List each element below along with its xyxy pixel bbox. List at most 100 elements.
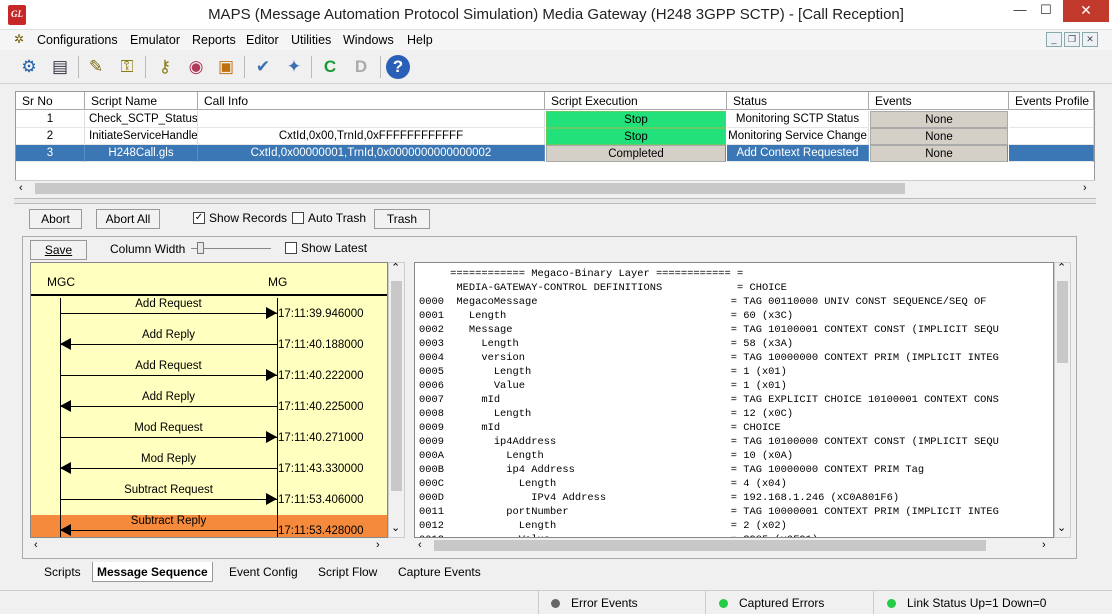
scrollbar-thumb[interactable]	[35, 183, 905, 194]
scroll-right-icon[interactable]: ›	[1042, 539, 1046, 551]
notebook-icon[interactable]: ▤	[47, 54, 73, 80]
scroll-left-icon[interactable]: ‹	[19, 182, 23, 194]
scrollbar-thumb[interactable]	[391, 281, 402, 491]
scroll-down-icon[interactable]: ⌄	[1057, 521, 1066, 534]
decode-vertical-scrollbar[interactable]: ⌃ ⌄	[1054, 262, 1071, 538]
tab-capture-events[interactable]: Capture Events	[394, 562, 485, 582]
column-header-events-profile[interactable]: Events Profile	[1009, 92, 1094, 110]
message-row[interactable]: Subtract Request 17:11:53.406000	[31, 484, 387, 515]
auto-trash-checkbox[interactable]	[292, 212, 304, 224]
message-row[interactable]: Add Reply 17:11:40.188000	[31, 329, 387, 360]
decode-line[interactable]: 0009 mId = CHOICE	[419, 421, 781, 435]
decode-line[interactable]: 0009 ip4Address = TAG 10100000 CONTEXT C…	[419, 435, 999, 449]
close-button[interactable]: ✕	[1063, 0, 1109, 22]
refresh-c-icon[interactable]: C	[317, 54, 343, 80]
menu-reports[interactable]: Reports	[192, 30, 236, 50]
decode-line[interactable]: 0002 Message = TAG 10100001 CONTEXT CONS…	[419, 323, 999, 337]
scroll-up-icon[interactable]: ⌃	[391, 261, 400, 274]
save-button[interactable]: Save	[30, 240, 87, 260]
menu-windows[interactable]: Windows	[343, 30, 394, 50]
decode-line[interactable]: 0003 Length = 58 (x3A)	[419, 337, 793, 351]
profile-keys-icon[interactable]: ⚷	[152, 54, 178, 80]
show-latest-checkbox[interactable]	[285, 242, 297, 254]
scroll-left-icon[interactable]: ‹	[34, 539, 38, 551]
events-button[interactable]: None	[870, 145, 1008, 162]
keys-icon[interactable]: ⚿	[114, 54, 140, 80]
message-row[interactable]: Add Reply 17:11:40.225000	[31, 391, 387, 422]
tab-event-config[interactable]: Event Config	[225, 562, 302, 582]
ladder-horizontal-scrollbar[interactable]: ‹ ›	[30, 538, 388, 554]
trash-button[interactable]: Trash	[374, 209, 430, 229]
menu-editor[interactable]: Editor	[246, 30, 279, 50]
checklist-icon[interactable]: ✔	[250, 54, 276, 80]
briefcase-icon[interactable]: ▣	[213, 54, 239, 80]
mdi-minimize-button[interactable]: _	[1046, 32, 1062, 47]
scrollbar-thumb[interactable]	[434, 540, 986, 551]
decode-line[interactable]: 0012 Length = 2 (x02)	[419, 519, 787, 533]
decode-line[interactable]: 000B ip4 Address = TAG 10000000 CONTEXT …	[419, 463, 924, 477]
decode-line[interactable]: 0001 Length = 60 (x3C)	[419, 309, 793, 323]
decode-line[interactable]: MEDIA-GATEWAY-CONTROL DEFINITIONS = CHOI…	[419, 281, 786, 295]
abort-all-button[interactable]: Abort All	[96, 209, 160, 229]
table-row-selected[interactable]: 3 H248Call.gls CxtId,0x00000001,TrnId,0x…	[16, 145, 1094, 162]
tab-script-flow[interactable]: Script Flow	[314, 562, 381, 582]
menu-help[interactable]: Help	[407, 30, 433, 50]
scroll-right-icon[interactable]: ›	[376, 539, 380, 551]
database-icon[interactable]: ◉	[183, 54, 209, 80]
wizard-icon[interactable]: ✦	[281, 54, 307, 80]
message-row[interactable]: Subtract Reply 17:11:53.428000	[31, 515, 387, 537]
abort-button[interactable]: Abort	[29, 209, 82, 229]
menu-emulator[interactable]: Emulator	[130, 30, 180, 50]
scrollbar-thumb[interactable]	[1057, 281, 1068, 363]
decode-line[interactable]: 0000 MegacoMessage = TAG 00110000 UNIV C…	[419, 295, 986, 309]
decode-line[interactable]: 0011 portNumber = TAG 10000001 CONTEXT P…	[419, 505, 999, 519]
column-width-slider-handle[interactable]	[197, 242, 204, 254]
column-header-script-name[interactable]: Script Name	[85, 92, 198, 110]
decode-line[interactable]: 0004 version = TAG 10000000 CONTEXT PRIM…	[419, 351, 999, 365]
app-menu-icon[interactable]: ✲	[14, 32, 28, 46]
scroll-up-icon[interactable]: ⌃	[1057, 261, 1066, 274]
decode-line[interactable]: 000A Length = 10 (x0A)	[419, 449, 793, 463]
scroll-left-icon[interactable]: ‹	[418, 539, 422, 551]
tab-scripts[interactable]: Scripts	[40, 562, 85, 582]
table-row[interactable]: 2 InitiateServiceHandle... CxtId,0x00,Tr…	[16, 128, 1094, 145]
table-row[interactable]: 1 Check_SCTP_Status... Stop Monitoring S…	[16, 111, 1094, 128]
decode-line[interactable]: 0006 Value = 1 (x01)	[419, 379, 787, 393]
execution-status-button[interactable]: Completed	[546, 145, 726, 162]
stop-button[interactable]: Stop	[546, 111, 726, 128]
scroll-right-icon[interactable]: ›	[1083, 182, 1087, 194]
mdi-close-button[interactable]: ✕	[1082, 32, 1098, 47]
show-records-checkbox[interactable]: ✓	[193, 212, 205, 224]
tab-message-sequence[interactable]: Message Sequence	[92, 562, 213, 582]
ladder-vertical-scrollbar[interactable]: ⌃ ⌄	[388, 262, 405, 538]
column-header-status[interactable]: Status	[727, 92, 869, 110]
decode-line[interactable]: 000C Length = 4 (x04)	[419, 477, 787, 491]
decode-line[interactable]: 000D IPv4 Address = 192.168.1.246 (xC0A8…	[419, 491, 899, 505]
decode-line[interactable]: 0005 Length = 1 (x01)	[419, 365, 787, 379]
decode-line[interactable]: 0008 Length = 12 (x0C)	[419, 407, 793, 421]
message-row[interactable]: Add Request 17:11:39.946000	[31, 298, 387, 329]
help-icon[interactable]: ?	[386, 55, 410, 79]
message-row[interactable]: Mod Request 17:11:40.271000	[31, 422, 387, 453]
panel-splitter[interactable]	[14, 198, 1096, 204]
script-edit-icon[interactable]: ✎	[83, 54, 109, 80]
column-header-sr-no[interactable]: Sr No	[16, 92, 85, 110]
column-header-script-execution[interactable]: Script Execution	[545, 92, 727, 110]
column-header-call-info[interactable]: Call Info	[198, 92, 545, 110]
scripts-horizontal-scrollbar[interactable]: ‹ ›	[15, 180, 1095, 196]
maximize-button[interactable]: ☐	[1030, 0, 1062, 22]
scroll-down-icon[interactable]: ⌄	[391, 521, 400, 534]
decode-line[interactable]: ============ Megaco-Binary Layer =======…	[419, 267, 743, 281]
decode-line[interactable]: 0007 mId = TAG EXPLICIT CHOICE 10100001 …	[419, 393, 999, 407]
decode-horizontal-scrollbar[interactable]: ‹ ›	[414, 538, 1054, 554]
menu-utilities[interactable]: Utilities	[291, 30, 331, 50]
message-row[interactable]: Mod Reply 17:11:43.330000	[31, 453, 387, 484]
column-header-events[interactable]: Events	[869, 92, 1009, 110]
events-button[interactable]: None	[870, 128, 1008, 145]
events-button[interactable]: None	[870, 111, 1008, 128]
stop-button[interactable]: Stop	[546, 128, 726, 145]
menu-configurations[interactable]: Configurations	[37, 30, 118, 50]
gear-icon[interactable]: ⚙	[16, 54, 42, 80]
mdi-restore-button[interactable]: ❐	[1064, 32, 1080, 47]
message-row[interactable]: Add Request 17:11:40.222000	[31, 360, 387, 391]
